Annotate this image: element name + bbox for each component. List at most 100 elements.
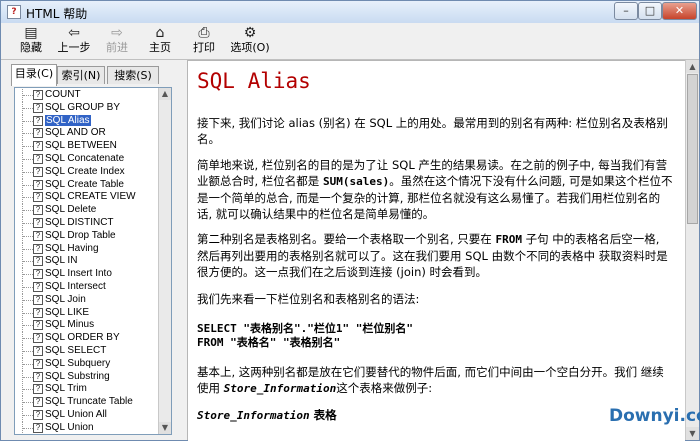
tree-item-label: SQL DISTINCT xyxy=(45,216,114,228)
home-label: 主页 xyxy=(149,41,171,54)
tree-item-label: SQL SELECT xyxy=(45,344,107,356)
usage-text-b: 这个表格来做例子: xyxy=(336,381,433,395)
home-button[interactable]: ⌂ 主页 xyxy=(140,25,180,57)
tree-item[interactable]: ? SQL Trim xyxy=(19,383,169,397)
help-page-icon: ? xyxy=(33,179,43,190)
maximize-button[interactable]: □ xyxy=(638,2,662,20)
contents-tree: ? COUNT? SQL GROUP BY? SQL Alias? SQL AND OR… xyxy=(14,87,172,435)
tree-item-label: SQL Truncate Table xyxy=(45,396,133,408)
tree-item[interactable]: ? SQL Truncate Table xyxy=(19,396,169,410)
tree-item-label: COUNT xyxy=(45,89,81,100)
syntax-line-2: FROM "表格名" "表格别名" xyxy=(197,336,341,349)
intro-paragraph: 接下来, 我们讨论 alias (别名) 在 SQL 上的用处。最常用到的别名有… xyxy=(197,116,668,146)
tree-item-label: SQL LIKE xyxy=(45,306,90,318)
tree-item[interactable]: ? SQL Insert Into xyxy=(19,268,169,282)
table-heading-suffix: 表格 xyxy=(309,408,337,422)
tree-item-label: SQL Create Table xyxy=(45,178,124,190)
tab-search[interactable]: 搜索(S) xyxy=(107,66,159,84)
help-page-icon: ? xyxy=(33,281,43,292)
help-page-icon: ? xyxy=(33,192,43,203)
tree-item[interactable]: ? SQL Union xyxy=(19,421,169,434)
print-icon: ⎙ xyxy=(198,25,210,41)
tree-item-label: SQL Alias xyxy=(45,114,91,126)
table-alias-paragraph: 第二种别名是表格别名。要给一个表格取一个别名, 只要在 FROM 子句 中的表格… xyxy=(197,231,673,280)
tree-item[interactable]: ? SQL Drop Table xyxy=(19,229,169,243)
title-bar[interactable]: ? HTML 帮助 – □ ✕ xyxy=(1,1,699,23)
help-page-icon: ? xyxy=(33,141,43,152)
toolbar: ▤ 隐藏 ⇦ 上一步 ⇨ 前进 ⌂ 主页 ⎙ 打印 ⚙ 选项(O) xyxy=(1,23,699,60)
tree-item-label: SQL Union xyxy=(45,421,94,433)
scroll-up-arrow-icon[interactable]: ▲ xyxy=(159,88,171,100)
tree-item[interactable]: ? SQL Minus xyxy=(19,319,169,333)
page-title: SQL Alias xyxy=(197,69,311,93)
window-title: HTML 帮助 xyxy=(26,7,88,21)
table-heading: Store_Information 表格 xyxy=(197,407,673,424)
tree-item[interactable]: ? SQL Create Index xyxy=(19,165,169,179)
help-page-icon: ? xyxy=(33,333,43,344)
content-pane: SQL Alias 接下来, 我们讨论 alias (别名) 在 SQL 上的用… xyxy=(188,60,685,441)
forward-button[interactable]: ⇨ 前进 xyxy=(97,25,137,57)
tree-item[interactable]: ? SQL Intersect xyxy=(19,280,169,294)
content-scroll-up-icon[interactable]: ▲ xyxy=(686,60,699,73)
tree-item[interactable]: ? SQL Substring xyxy=(19,370,169,384)
tree-item-label: SQL Substring xyxy=(45,370,110,382)
tab-index[interactable]: 索引(N) xyxy=(57,66,105,84)
tree-item[interactable]: ? SQL Alias xyxy=(19,114,169,128)
tree-item-label: SQL AND OR xyxy=(45,127,106,139)
help-app-icon: ? xyxy=(7,5,21,19)
tree-item[interactable]: ? SQL AND OR xyxy=(19,127,169,141)
tree-item[interactable]: ? SQL Delete xyxy=(19,204,169,218)
tree-item[interactable]: ? SQL IN xyxy=(19,255,169,269)
scroll-down-arrow-icon[interactable]: ▼ xyxy=(159,422,171,434)
table-alias-text-a: 第二种别名是表格别名。要给一个表格取一个别名, 只要在 xyxy=(197,232,496,246)
usage-table-name: Store_Information xyxy=(223,382,337,395)
options-icon: ⚙ xyxy=(243,25,257,41)
tree-item[interactable]: ? SQL BETWEEN xyxy=(19,140,169,154)
help-page-icon: ? xyxy=(33,166,43,177)
help-page-icon: ? xyxy=(33,409,43,420)
tree-item[interactable]: ? SQL Having xyxy=(19,242,169,256)
print-label: 打印 xyxy=(193,41,215,54)
tree-item-label: SQL ORDER BY xyxy=(45,332,120,344)
tree-item[interactable]: ? SQL CREATE VIEW xyxy=(19,191,169,205)
help-page-icon: ? xyxy=(33,115,43,126)
content-scroll-down-icon[interactable]: ▼ xyxy=(686,427,699,440)
print-button[interactable]: ⎙ 打印 xyxy=(184,25,224,57)
help-page-icon: ? xyxy=(33,294,43,305)
close-button[interactable]: ✕ xyxy=(662,2,697,20)
tree-item[interactable]: ? SQL SELECT xyxy=(19,344,169,358)
tree-item[interactable]: ? SQL GROUP BY xyxy=(19,101,169,115)
tree-item[interactable]: ? SQL LIKE xyxy=(19,306,169,320)
hide-icon: ▤ xyxy=(24,25,38,41)
tree-item[interactable]: ? COUNT xyxy=(19,89,169,102)
tree-item[interactable]: ? SQL DISTINCT xyxy=(19,216,169,230)
help-page-icon: ? xyxy=(33,320,43,331)
tree-item-label: SQL Trim xyxy=(45,383,87,395)
hide-button[interactable]: ▤ 隐藏 xyxy=(11,25,51,57)
tree-item[interactable]: ? SQL Subquery xyxy=(19,357,169,371)
back-button[interactable]: ⇦ 上一步 xyxy=(52,25,96,57)
content-scroll-thumb[interactable] xyxy=(687,74,698,224)
tree-item-label: SQL CREATE VIEW xyxy=(45,191,136,203)
help-page-icon: ? xyxy=(33,243,43,254)
help-page-icon: ? xyxy=(33,371,43,382)
tree-item[interactable]: ? SQL Concatenate xyxy=(19,152,169,166)
minimize-button[interactable]: – xyxy=(614,2,638,20)
options-button[interactable]: ⚙ 选项(O) xyxy=(227,25,273,57)
tree-item-label: SQL Concatenate xyxy=(45,152,125,164)
help-page-icon: ? xyxy=(33,307,43,318)
tab-contents[interactable]: 目录(C) xyxy=(11,64,57,86)
help-page-icon: ? xyxy=(33,205,43,216)
tree-item[interactable]: ? SQL ORDER BY xyxy=(19,332,169,346)
table-alias-code: FROM xyxy=(495,233,522,246)
content-scrollbar[interactable]: ▲ ▼ xyxy=(685,60,699,440)
tree-item-label: SQL Having xyxy=(45,242,99,254)
tree-item-label: SQL BETWEEN xyxy=(45,140,117,152)
tree-scrollbar[interactable]: ▲ ▼ xyxy=(158,88,171,434)
tree-item-label: SQL IN xyxy=(45,255,78,267)
tree-item[interactable]: ? SQL Create Table xyxy=(19,178,169,192)
tree-item[interactable]: ? SQL Join xyxy=(19,293,169,307)
help-page-icon: ? xyxy=(33,345,43,356)
column-alias-paragraph: 简单地来说, 栏位别名的目的是为了让 SQL 产生的结果易读。在之前的例子中, … xyxy=(197,157,673,222)
tree-item[interactable]: ? SQL Union All xyxy=(19,408,169,422)
